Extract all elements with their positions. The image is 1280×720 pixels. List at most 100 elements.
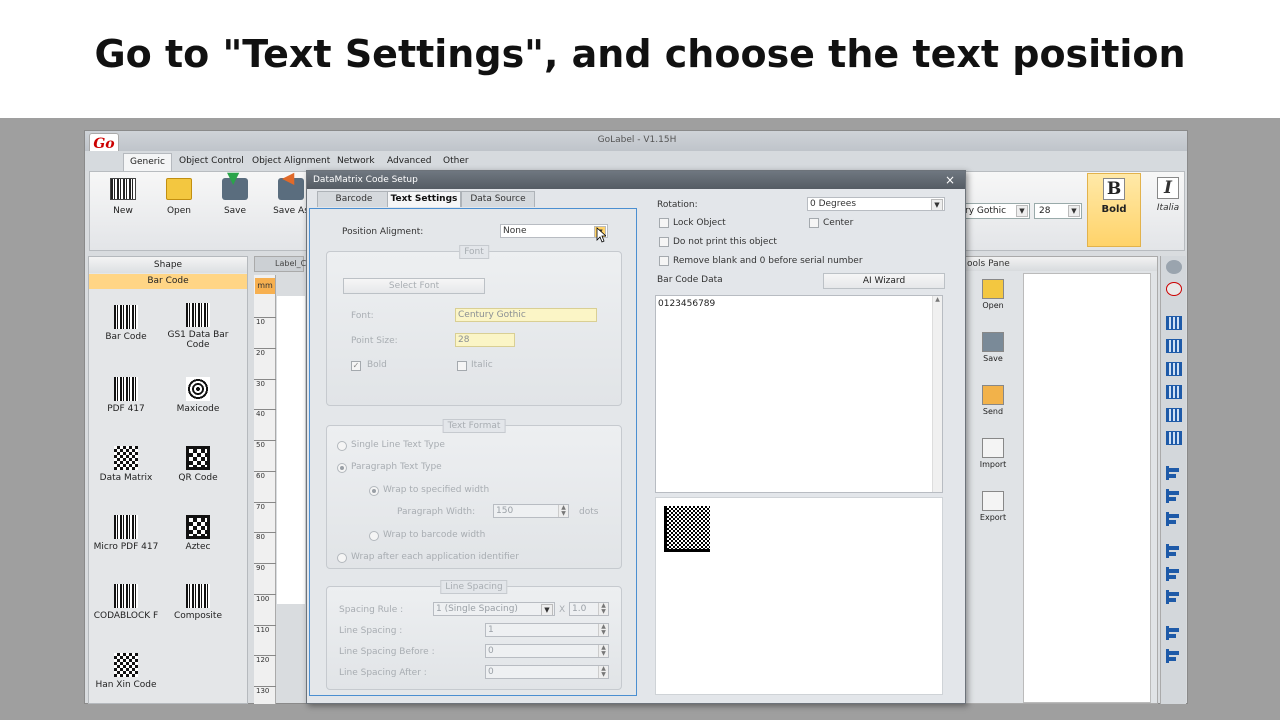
align-top-icon[interactable]: [1166, 544, 1182, 558]
tool-label: Import: [979, 460, 1007, 469]
align-barcode-icon[interactable]: [1166, 362, 1182, 376]
label-tab[interactable]: Label_C: [254, 256, 306, 272]
barcode-category[interactable]: Bar Code: [89, 274, 247, 289]
spinner-icon[interactable]: ▲ ▼: [558, 505, 568, 517]
chevron-down-icon[interactable]: ▼: [1016, 205, 1028, 217]
tools-send-button[interactable]: Send: [971, 385, 1015, 416]
spinner-icon[interactable]: ▲ ▼: [598, 603, 608, 615]
font-field[interactable]: Century Gothic: [455, 308, 597, 322]
folder-icon: [166, 178, 192, 200]
wrap-after-radio[interactable]: [337, 553, 347, 563]
tab-data-source[interactable]: Data Source: [461, 191, 535, 207]
scrollbar[interactable]: ▲: [932, 296, 942, 492]
align-middle-icon[interactable]: [1166, 567, 1182, 581]
tab-text-settings[interactable]: Text Settings: [387, 191, 461, 207]
point-size-field[interactable]: 28: [455, 333, 515, 347]
label-canvas[interactable]: [277, 296, 305, 604]
do-not-print-checkbox[interactable]: [659, 237, 669, 247]
rotation-select[interactable]: 0 Degrees ▼: [807, 197, 945, 211]
italic-button[interactable]: I Italia: [1150, 173, 1186, 247]
center-checkbox[interactable]: [809, 218, 819, 228]
distribute-vertical-icon[interactable]: [1166, 649, 1182, 663]
shape-pdf417[interactable]: PDF 417: [89, 377, 163, 414]
shape-han-xin[interactable]: Han Xin Code: [89, 653, 163, 690]
shape-data-matrix[interactable]: Data Matrix: [89, 446, 163, 483]
wrap-barcode-label: Wrap to barcode width: [383, 530, 486, 540]
tools-export-button[interactable]: Export: [971, 491, 1015, 522]
shape-micro-pdf417[interactable]: Micro PDF 417: [89, 515, 163, 552]
line-spacing-field[interactable]: 1 ▲ ▼: [485, 623, 609, 637]
shape-label: Bar Code: [105, 332, 147, 342]
align-barcode-icon[interactable]: [1166, 316, 1182, 330]
spacing-rule-select[interactable]: 1 (Single Spacing) ▼: [433, 602, 555, 616]
shape-maxicode[interactable]: Maxicode: [161, 377, 235, 414]
shape-composite[interactable]: Composite: [161, 584, 235, 621]
align-bottom-icon[interactable]: [1166, 590, 1182, 604]
menu-generic[interactable]: Generic: [123, 153, 172, 171]
chevron-down-icon[interactable]: ▼: [931, 199, 943, 210]
align-barcode-icon[interactable]: [1166, 339, 1182, 353]
align-barcode-icon[interactable]: [1166, 431, 1182, 445]
multiplier-field[interactable]: 1.0 ▲ ▼: [569, 602, 609, 616]
lock-object-checkbox[interactable]: [659, 218, 669, 228]
shape-panel-header[interactable]: Shape: [89, 257, 247, 273]
shape-aztec[interactable]: Aztec: [161, 515, 235, 552]
close-icon[interactable]: ×: [943, 171, 957, 189]
tool-label: Save: [983, 354, 1003, 363]
ribbon-size-combo[interactable]: 28 ▼: [1034, 203, 1082, 219]
center-label: Center: [823, 218, 854, 228]
shape-codablock-f[interactable]: CODABLOCK F: [89, 584, 163, 621]
single-line-label: Single Line Text Type: [351, 440, 445, 450]
menu-network[interactable]: Network: [331, 153, 381, 171]
wrap-width-radio[interactable]: [369, 486, 379, 496]
save-button[interactable]: Save: [210, 168, 260, 216]
data-matrix-preview-icon: [664, 506, 710, 552]
tab-barcode[interactable]: Barcode: [317, 191, 391, 207]
chevron-down-icon[interactable]: ▼: [1068, 205, 1080, 217]
position-alignment-select[interactable]: None ▼: [500, 224, 608, 238]
select-font-button[interactable]: Select Font: [343, 278, 485, 294]
menu-advanced[interactable]: Advanced: [381, 153, 437, 171]
rotate-icon[interactable]: [1166, 282, 1182, 296]
single-line-radio[interactable]: [337, 441, 347, 451]
align-right-icon[interactable]: [1166, 512, 1182, 526]
align-center-icon[interactable]: [1166, 489, 1182, 503]
dialog-title: DataMatrix Code Setup: [307, 171, 965, 189]
gear-icon[interactable]: [1166, 260, 1182, 274]
new-button[interactable]: New: [98, 176, 148, 216]
align-left-icon[interactable]: [1166, 466, 1182, 480]
spinner-icon[interactable]: ▲ ▼: [598, 666, 608, 678]
ribbon-font-combo[interactable]: ry Gothic ▼: [962, 203, 1030, 219]
spacing-after-field[interactable]: 0 ▲ ▼: [485, 665, 609, 679]
remove-blank-checkbox[interactable]: [659, 256, 669, 266]
distribute-horizontal-icon[interactable]: [1166, 626, 1182, 640]
tools-import-button[interactable]: Import: [971, 438, 1015, 469]
open-button[interactable]: Open: [154, 176, 204, 216]
barcode-data-label: Bar Code Data: [657, 275, 723, 285]
bold-button[interactable]: B Bold: [1087, 173, 1141, 247]
tools-open-button[interactable]: Open: [971, 279, 1015, 310]
barcode-data-textarea[interactable]: 0123456789 ▲: [655, 295, 943, 493]
paragraph-width-field[interactable]: 150 ▲ ▼: [493, 504, 569, 518]
shape-gs1-databar[interactable]: GS1 Data Bar Code: [161, 303, 235, 350]
spinner-icon[interactable]: ▲ ▼: [598, 645, 608, 657]
menu-other[interactable]: Other: [437, 153, 475, 171]
ruler-tick: 10: [254, 317, 276, 326]
ai-wizard-button[interactable]: AI Wizard: [823, 273, 945, 289]
align-barcode-icon[interactable]: [1166, 408, 1182, 422]
new-barcode-icon: [110, 178, 136, 200]
spacing-before-field[interactable]: 0 ▲ ▼: [485, 644, 609, 658]
ruler-tick: 110: [254, 625, 276, 634]
paragraph-radio[interactable]: [337, 463, 347, 473]
data-matrix-icon: [114, 446, 138, 470]
shape-qr-code[interactable]: QR Code: [161, 446, 235, 483]
italic-checkbox[interactable]: [457, 361, 467, 371]
bold-checkbox[interactable]: ✓: [351, 361, 361, 371]
tools-save-button[interactable]: Save: [971, 332, 1015, 363]
spinner-icon[interactable]: ▲ ▼: [598, 624, 608, 636]
align-barcode-icon[interactable]: [1166, 385, 1182, 399]
shape-barcode[interactable]: Bar Code: [89, 305, 163, 342]
wrap-barcode-radio[interactable]: [369, 531, 379, 541]
ruler-unit[interactable]: mm: [255, 278, 275, 294]
chevron-down-icon[interactable]: ▼: [541, 604, 553, 615]
